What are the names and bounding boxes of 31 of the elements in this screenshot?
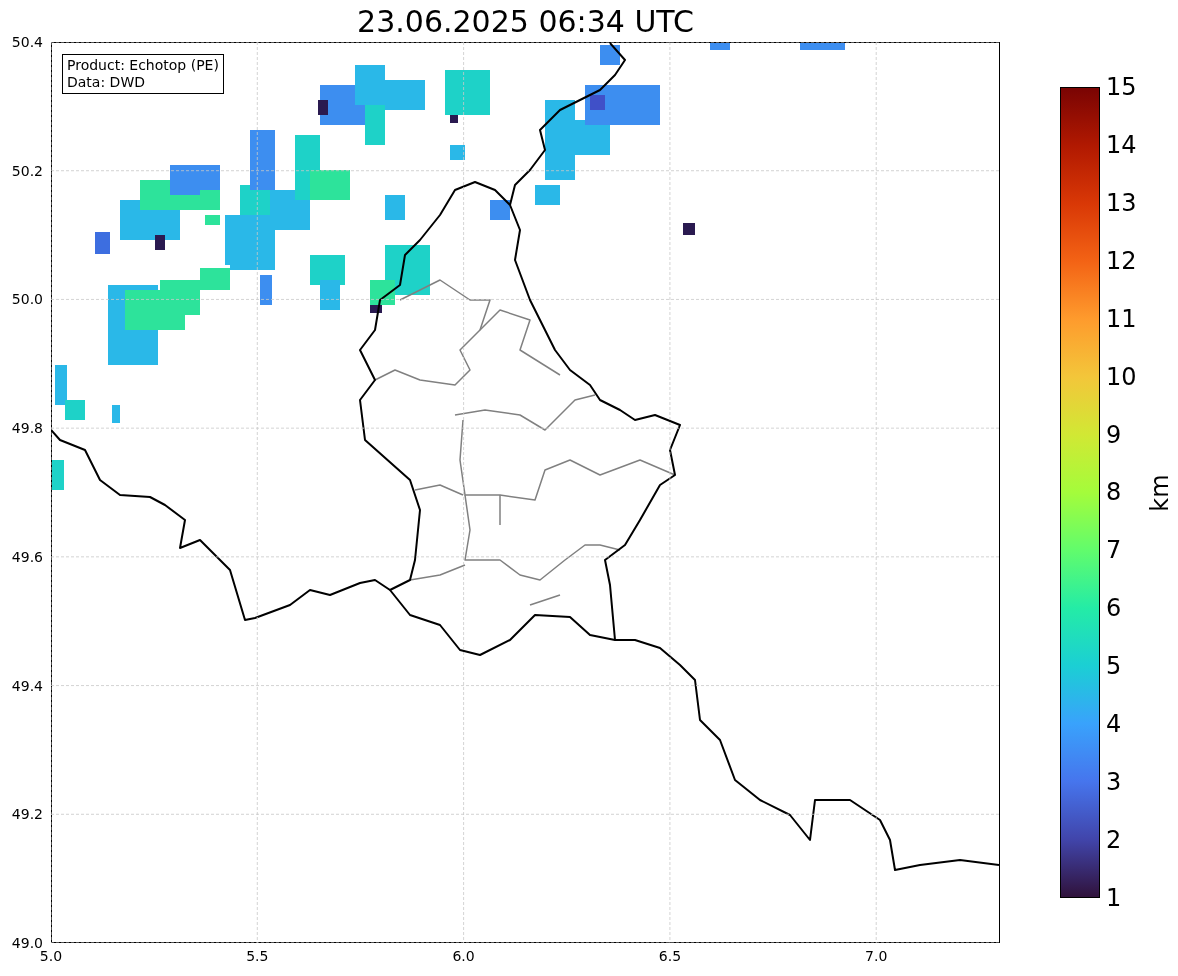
colorbar-tick-label: 14 bbox=[1106, 134, 1137, 155]
y-tick-label: 49.0 bbox=[11, 935, 43, 951]
chart-title: 23.06.2025 06:34 UTC bbox=[356, 3, 695, 41]
colorbar-tick-label: 8 bbox=[1106, 482, 1123, 503]
x-tick-label: 6.0 bbox=[452, 948, 475, 964]
colorbar-tick-label: 3 bbox=[1106, 772, 1123, 793]
y-tick-label: 50.2 bbox=[11, 162, 43, 179]
colorbar-tick-label: 12 bbox=[1106, 250, 1137, 271]
colorbar-tick-label: 1 bbox=[1106, 887, 1123, 908]
y-tick-label: 50.0 bbox=[11, 291, 43, 308]
colorbar-tick-label: 10 bbox=[1106, 366, 1137, 387]
colorbar-tick-label: 5 bbox=[1106, 656, 1123, 677]
x-tick-label: 6.5 bbox=[658, 948, 682, 964]
colorbar-tick-label: 15 bbox=[1106, 77, 1137, 97]
y-tick-label: 50.4 bbox=[11, 34, 43, 50]
colorbar-tick-label: 11 bbox=[1106, 308, 1137, 329]
y-tick-label: 49.4 bbox=[11, 677, 43, 694]
colorbar-tick-label: 9 bbox=[1106, 424, 1123, 445]
y-tick-label: 49.2 bbox=[11, 806, 43, 823]
x-tick-label: 5.5 bbox=[246, 948, 269, 964]
colorbar-label: km bbox=[1145, 473, 1174, 512]
colorbar-tick-label: 6 bbox=[1106, 598, 1123, 619]
colorbar-tick-label: 4 bbox=[1106, 714, 1123, 735]
y-tick-label: 49.6 bbox=[11, 548, 43, 565]
colorbar-tick-label: 2 bbox=[1106, 830, 1123, 850]
colorbar-tick-label: 13 bbox=[1106, 192, 1137, 213]
colorbar-tick-label: 7 bbox=[1106, 540, 1123, 561]
info-box: Product: Echotop (PE) Data: DWD bbox=[62, 54, 224, 94]
x-tick-label: 7.0 bbox=[865, 948, 888, 964]
x-tick-label: 5.0 bbox=[39, 948, 63, 964]
y-tick-label: 49.8 bbox=[11, 420, 43, 437]
